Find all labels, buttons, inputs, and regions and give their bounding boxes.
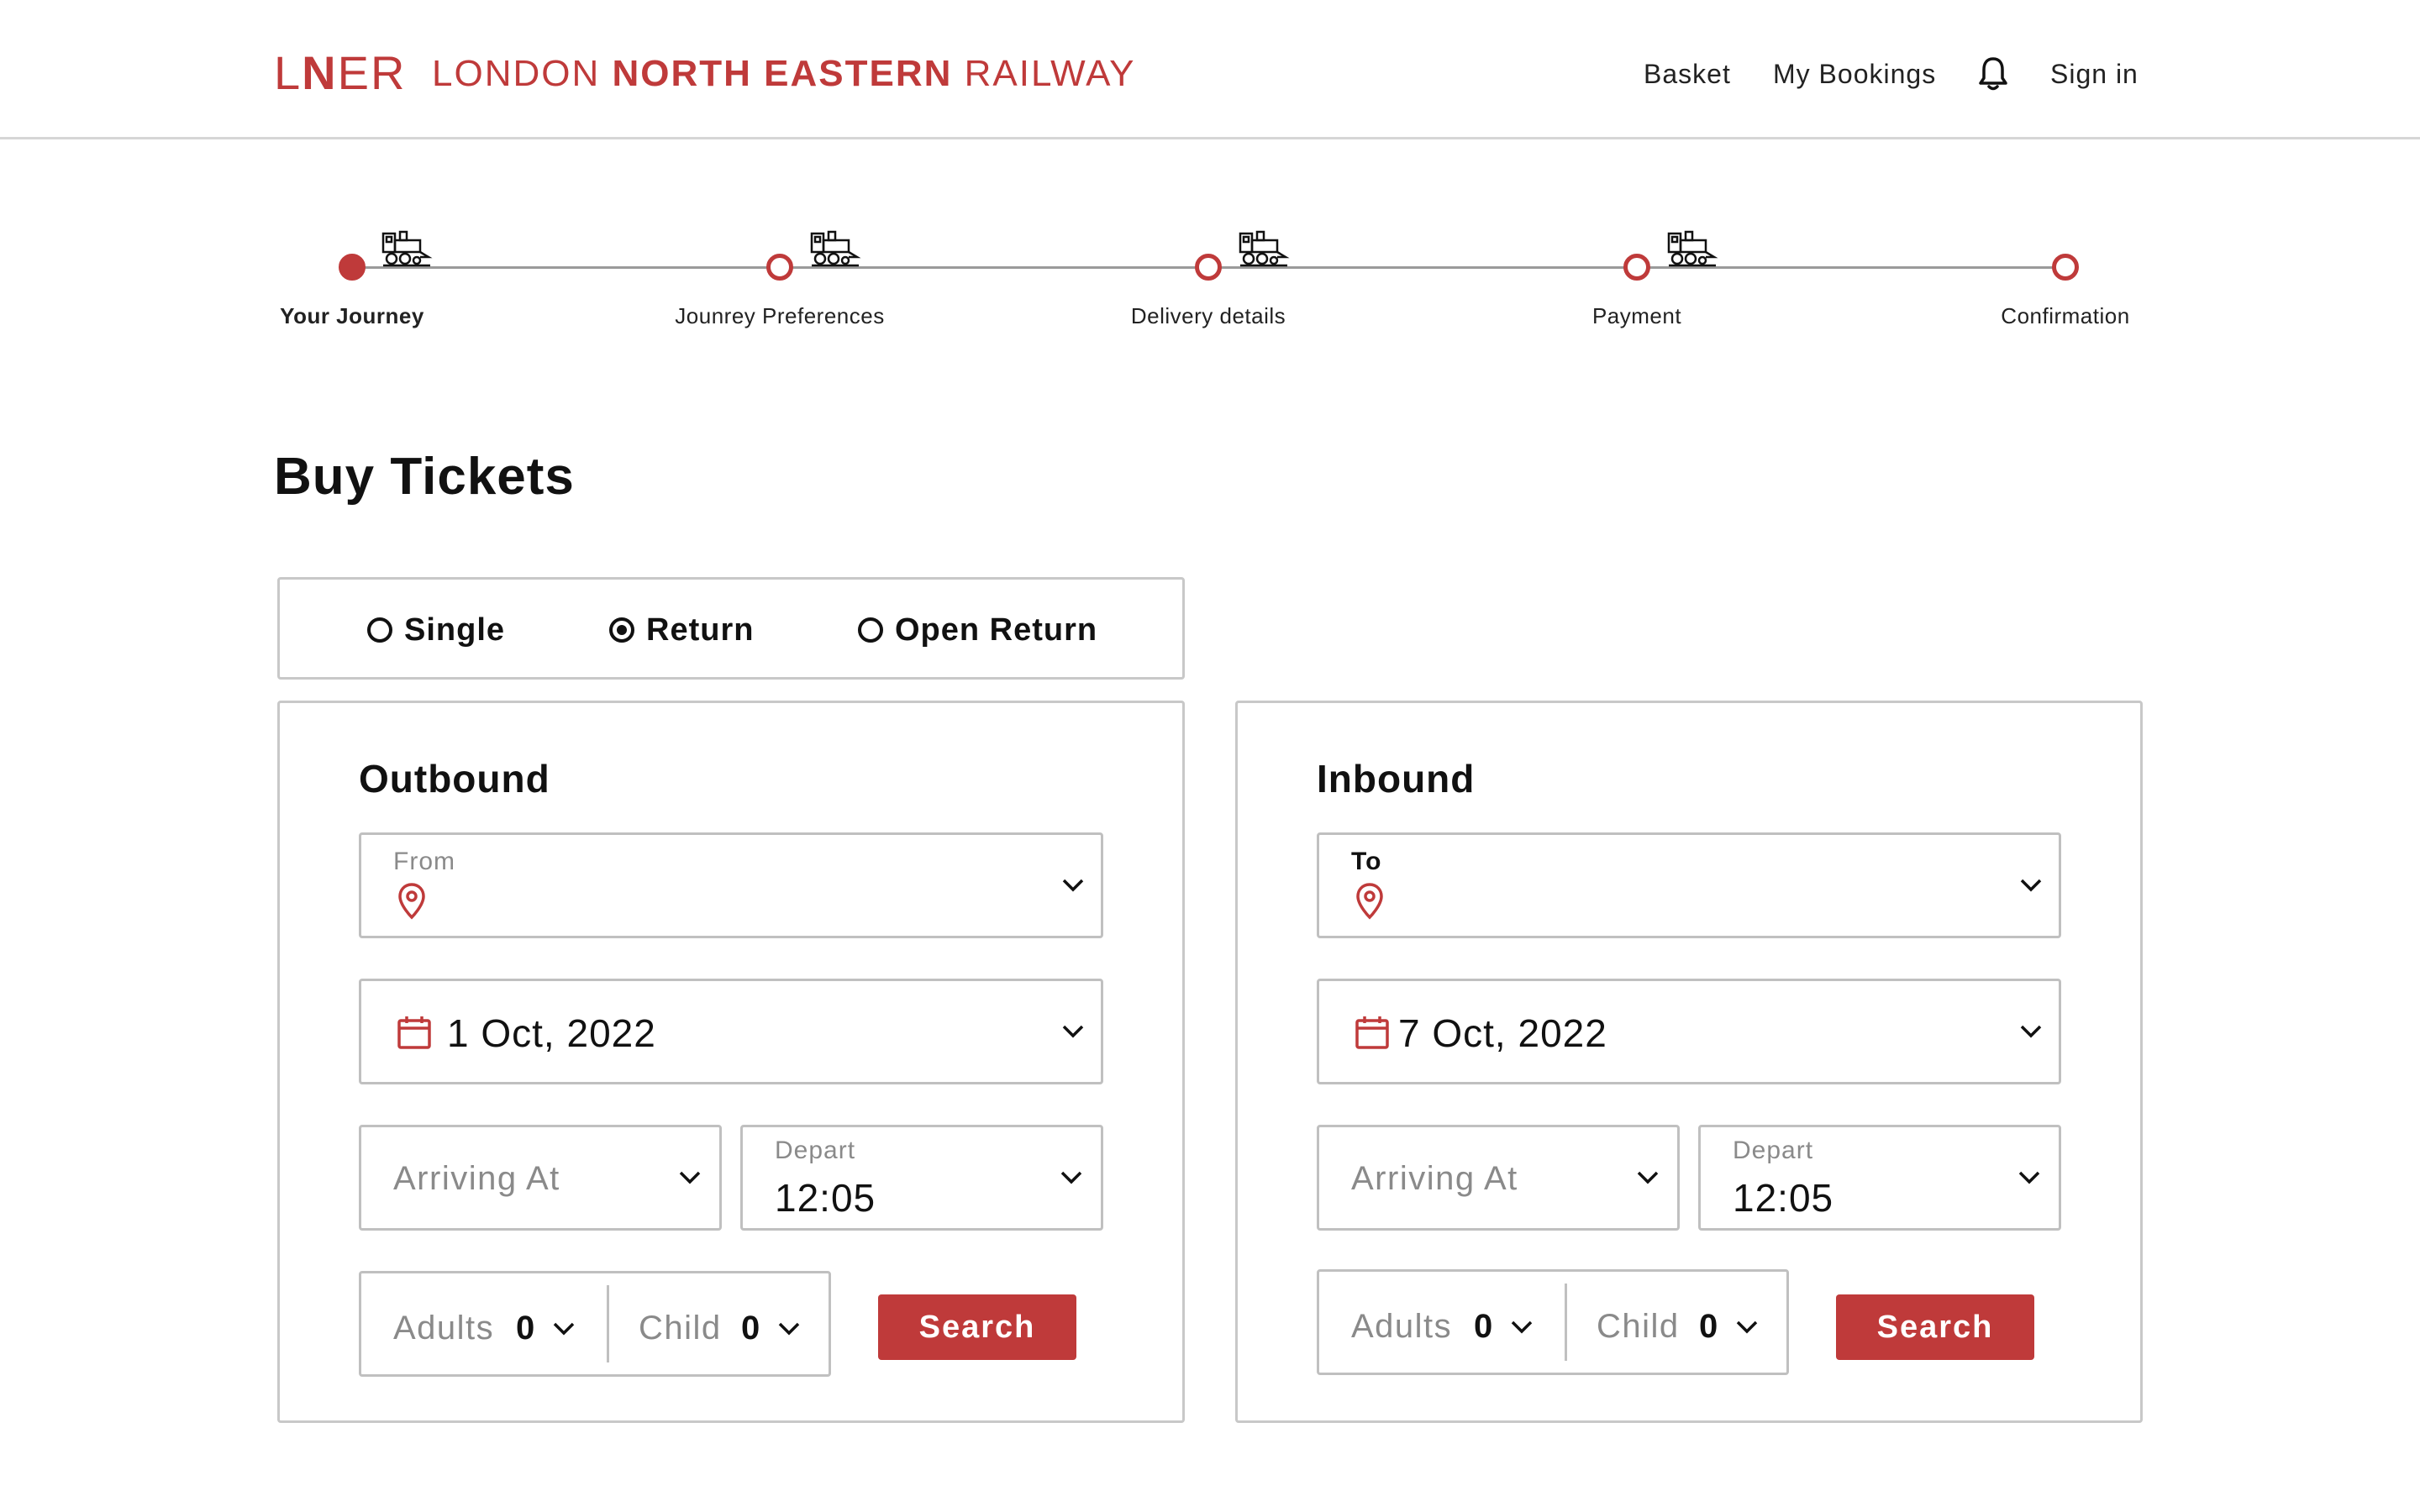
from-station-select[interactable]: From: [359, 832, 1103, 938]
nav-my-bookings-link[interactable]: My Bookings: [1773, 50, 1936, 97]
brand-name: LONDON NORTH EASTERN RAILWAY: [432, 49, 1136, 99]
logo-mark-er: ER: [337, 46, 407, 99]
child-count[interactable]: 0: [1699, 1305, 1718, 1347]
brand-name-part3: RAILWAY: [952, 53, 1136, 94]
child-label: Child: [1597, 1308, 1680, 1345]
train-icon: [1239, 230, 1290, 267]
radio-open-return-label: Open Return: [895, 612, 1098, 648]
depart-time-value: 12:05: [1733, 1176, 1834, 1220]
depart-label: Depart: [1733, 1137, 1814, 1164]
chevron-down-icon[interactable]: [778, 1322, 800, 1336]
chevron-down-icon: [1060, 1171, 1082, 1184]
brand-name-part2: NORTH EASTERN: [612, 53, 953, 94]
step-label-delivery-details: Delivery details: [1130, 303, 1286, 328]
train-icon: [381, 230, 433, 267]
calendar-icon: [397, 1016, 431, 1049]
chevron-down-icon[interactable]: [1511, 1320, 1533, 1334]
chevron-down-icon[interactable]: [553, 1322, 575, 1336]
calendar-icon: [1355, 1016, 1389, 1049]
passenger-divider: [607, 1285, 609, 1362]
inbound-title: Inbound: [1317, 757, 1476, 801]
lner-logo[interactable]: LNER: [274, 44, 406, 102]
inbound-depart-time-select[interactable]: Depart 12:05: [1698, 1125, 2061, 1231]
inbound-passengers: Adults 0 Child 0: [1317, 1269, 1789, 1375]
to-label: To: [1351, 848, 1382, 875]
step-dot-your-journey: [339, 254, 366, 281]
outbound-search-button[interactable]: Search: [878, 1294, 1076, 1360]
radio-return[interactable]: Return: [609, 610, 754, 650]
chevron-down-icon: [2020, 879, 2042, 892]
to-station-select[interactable]: To: [1317, 832, 2061, 938]
arriving-at-placeholder: Arriving At: [393, 1160, 560, 1197]
adults-label: Adults: [393, 1310, 495, 1347]
inbound-date-picker[interactable]: 7 Oct, 2022: [1317, 979, 2061, 1084]
outbound-depart-time-select[interactable]: Depart 12:05: [740, 1125, 1103, 1231]
inbound-arriving-at-select[interactable]: Arriving At: [1317, 1125, 1680, 1231]
adults-count[interactable]: 0: [516, 1307, 534, 1349]
child-label: Child: [639, 1310, 722, 1347]
radio-single[interactable]: Single: [367, 610, 505, 650]
inbound-search-button[interactable]: Search: [1836, 1294, 2034, 1360]
bell-icon[interactable]: [1976, 55, 2010, 92]
inbound-date-value: 7 Oct, 2022: [1398, 1011, 1607, 1055]
outbound-date-value: 1 Oct, 2022: [447, 1011, 656, 1055]
logo-mark-l: L: [274, 46, 302, 99]
adults-label: Adults: [1351, 1308, 1453, 1345]
radio-circle-icon[interactable]: [858, 617, 883, 643]
from-label: From: [393, 848, 455, 875]
location-pin-icon: [398, 883, 425, 920]
nav-sign-in-link[interactable]: Sign in: [2050, 50, 2139, 97]
trip-type-selector: Single Return Open Return: [277, 577, 1185, 680]
chevron-down-icon: [679, 1171, 701, 1184]
arriving-at-placeholder: Arriving At: [1351, 1160, 1518, 1197]
outbound-title: Outbound: [359, 757, 550, 801]
outbound-passengers: Adults 0 Child 0: [359, 1271, 831, 1377]
step-label-payment: Payment: [1591, 303, 1682, 328]
logo-mark-n: N: [302, 46, 338, 99]
radio-open-return[interactable]: Open Return: [858, 610, 1097, 650]
nav-basket-link[interactable]: Basket: [1644, 50, 1731, 97]
step-dot-confirmation: [2052, 254, 2079, 281]
step-label-confirmation: Confirmation: [2001, 303, 2130, 328]
train-icon: [810, 230, 861, 267]
location-pin-icon: [1356, 883, 1383, 920]
inbound-panel: Inbound To 7 Oct, 2022 Arriving At Depar…: [1235, 701, 2143, 1423]
page-title: Buy Tickets: [274, 448, 575, 506]
depart-label: Depart: [775, 1137, 856, 1164]
chevron-down-icon: [1062, 879, 1084, 892]
site-header: LNER LONDON NORTH EASTERN RAILWAY Basket…: [0, 0, 2420, 139]
child-count[interactable]: 0: [741, 1307, 760, 1349]
step-dot-delivery-details: [1195, 254, 1222, 281]
train-icon: [1667, 230, 1718, 267]
adults-count[interactable]: 0: [1474, 1305, 1492, 1347]
step-dot-journey-preferences: [766, 254, 793, 281]
chevron-down-icon[interactable]: [1736, 1320, 1758, 1334]
outbound-date-picker[interactable]: 1 Oct, 2022: [359, 979, 1103, 1084]
chevron-down-icon: [1062, 1025, 1084, 1038]
chevron-down-icon: [1637, 1171, 1659, 1184]
depart-time-value: 12:05: [775, 1176, 876, 1220]
radio-return-label: Return: [646, 612, 755, 648]
step-dot-payment: [1623, 254, 1650, 281]
step-label-journey-preferences: Jounrey Preferences: [675, 303, 885, 328]
passenger-divider: [1565, 1284, 1567, 1361]
chevron-down-icon: [2018, 1171, 2040, 1184]
outbound-panel: Outbound From 1 Oct, 2022 Arriving At De…: [277, 701, 1185, 1423]
radio-circle-icon[interactable]: [367, 617, 392, 643]
radio-single-label: Single: [404, 612, 506, 648]
radio-checked-icon[interactable]: [609, 617, 634, 643]
step-label-your-journey: Your Journey: [280, 303, 424, 328]
chevron-down-icon: [2020, 1025, 2042, 1038]
brand-name-part1: LONDON: [432, 53, 613, 94]
outbound-arriving-at-select[interactable]: Arriving At: [359, 1125, 722, 1231]
